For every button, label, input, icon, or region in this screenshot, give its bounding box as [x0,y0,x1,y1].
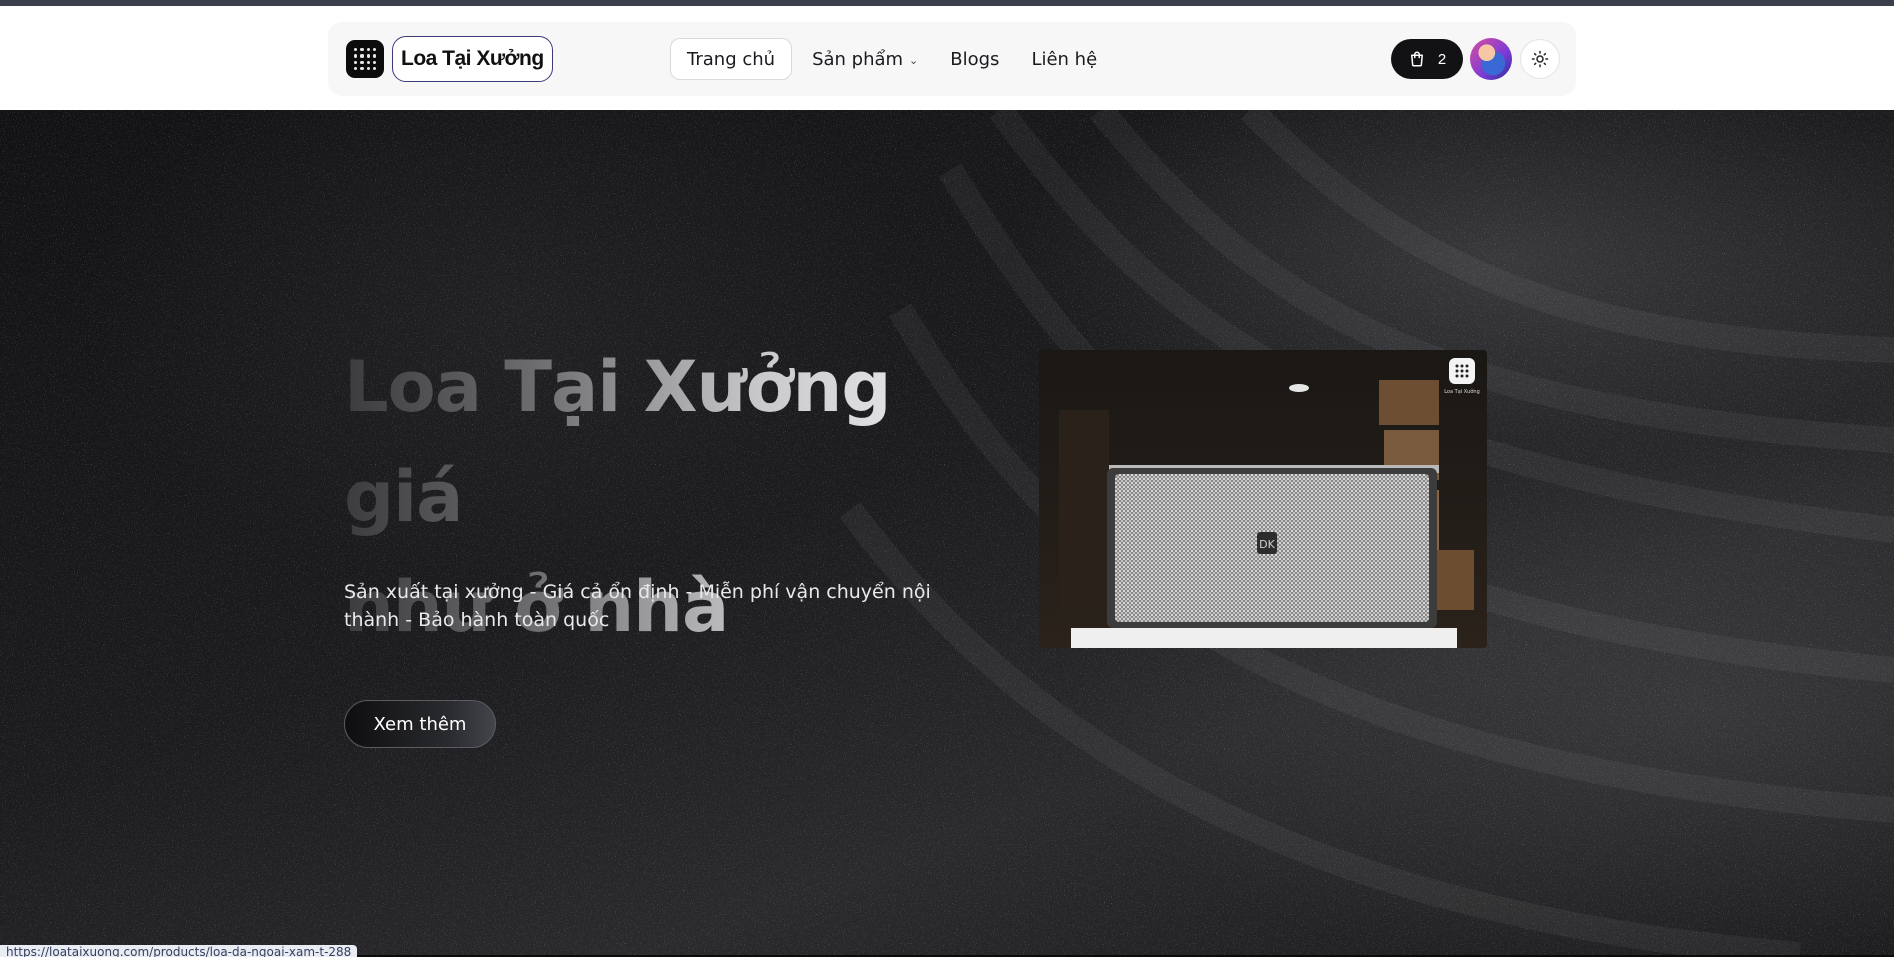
status-bar-url: https://loataixuong.com/products/loa-da-… [0,945,358,957]
nav-item-home[interactable]: Trang chủ [670,38,793,80]
cart-button[interactable]: 2 [1391,39,1463,79]
product-video[interactable]: DK Loa Tại Xưởng [1039,350,1487,648]
sun-icon [1531,50,1549,68]
chevron-down-icon: ⌄ [909,54,919,67]
hero-section: Loa Tại Xưởng giá như ở nhà Sản xuất tại… [0,110,1894,955]
nav-item-products[interactable]: Sản phẩm ⌄ [796,39,934,79]
nav-item-blogs[interactable]: Blogs [934,39,1015,79]
brand-name-link[interactable]: Loa Tại Xưởng [392,36,553,82]
speaker-product-image: DK Loa Tại Xưởng [1039,350,1487,648]
hero-title-line1: Loa Tại Xưởng giá [344,346,891,538]
cart-count-badge: 2 [1437,50,1447,68]
hero-subtitle: Sản xuất tại xưởng - Giá cả ổn định - Mi… [344,581,931,631]
video-watermark: Loa Tại Xưởng [1444,388,1480,395]
nav-item-contact[interactable]: Liên hệ [1015,39,1113,79]
main-nav: Trang chủ Sản phẩm ⌄ Blogs Liên hệ [670,38,1113,80]
cart-icon [1410,51,1423,67]
nav-item-products-label: Sản phẩm [812,48,904,70]
logo-icon[interactable] [346,40,384,78]
speaker-badge: DK [1259,538,1275,551]
theme-toggle-button[interactable] [1520,39,1560,79]
see-more-button[interactable]: Xem thêm [344,700,496,748]
user-avatar[interactable] [1470,38,1512,80]
